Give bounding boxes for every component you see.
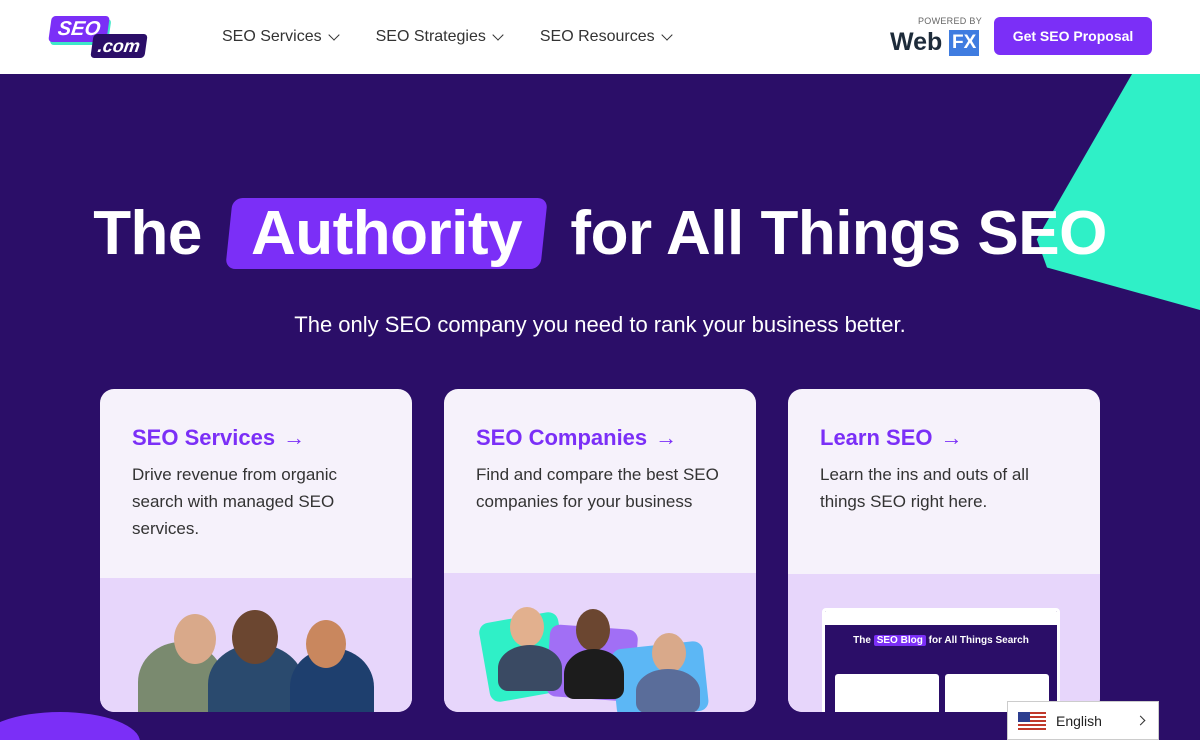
card-seo-companies[interactable]: SEO Companies → Find and compare the bes… — [444, 389, 756, 712]
chevron-down-icon — [492, 29, 504, 41]
nav-label: SEO Strategies — [375, 28, 486, 45]
main-nav: SEO Services SEO Strategies SEO Resource… — [222, 0, 673, 74]
language-selector[interactable]: English — [1007, 701, 1159, 740]
person-2-head — [232, 610, 278, 664]
card-title: Learn SEO — [820, 425, 933, 450]
powered-by-label: POWERED BY — [917, 16, 982, 26]
team-photo — [100, 578, 412, 712]
person-1 — [498, 645, 562, 691]
us-flag-icon — [1018, 711, 1046, 730]
card-title-link[interactable]: Learn SEO → — [820, 425, 962, 451]
person-1-head — [174, 614, 216, 664]
chevron-down-icon — [660, 29, 673, 41]
card-description: Drive revenue from organic search with m… — [132, 465, 338, 538]
person-3-head — [306, 620, 346, 668]
powered-by-webfx[interactable]: POWERED BY Web FX — [890, 16, 984, 58]
card-title: SEO Services — [132, 425, 276, 450]
chevron-right-icon — [1135, 715, 1146, 726]
blog-screenshot: The SEO Blog for All Things Search — [822, 608, 1060, 712]
headline-before: The — [93, 199, 202, 268]
card-learn-seo[interactable]: Learn SEO → Learn the ins and outs of al… — [788, 389, 1100, 712]
hero-headline: The Authority for All Things SEO — [0, 198, 1200, 269]
person-2 — [564, 649, 624, 699]
nav-seo-strategies[interactable]: SEO Strategies — [375, 28, 504, 46]
mini-title: The SEO Blog for All Things Search — [825, 635, 1057, 646]
card-title: SEO Companies — [476, 425, 648, 450]
nav-seo-services[interactable]: SEO Services — [222, 28, 340, 46]
card-title-link[interactable]: SEO Services → — [132, 425, 305, 451]
headline-highlight-pill: Authority — [224, 198, 548, 269]
seo-com-logo[interactable]: SEO .com — [48, 14, 152, 58]
site-header: SEO .com SEO Services SEO Strategies SEO… — [0, 0, 1200, 74]
nav-seo-resources[interactable]: SEO Resources — [539, 28, 673, 46]
card-description: Learn the ins and outs of all things SEO… — [820, 465, 1029, 511]
person-1-head — [510, 607, 544, 647]
headline-highlight: Authority — [250, 199, 522, 268]
mini-title-before: The — [853, 635, 871, 646]
arrow-right-icon: → — [940, 425, 963, 450]
arrow-right-icon: → — [655, 425, 678, 450]
hero-subhead: The only SEO company you need to rank yo… — [294, 312, 906, 337]
mini-title-highlight: SEO Blog — [873, 635, 926, 646]
webfx-logo-fx: FX — [949, 30, 980, 56]
mini-post-card — [835, 674, 939, 712]
decorative-purple-blob — [0, 712, 140, 740]
card-seo-services[interactable]: SEO Services → Drive revenue from organi… — [100, 389, 412, 712]
language-label: English — [1056, 712, 1102, 729]
chevron-down-icon — [327, 29, 340, 41]
card-description: Find and compare the best SEO companies … — [476, 465, 719, 511]
blog-preview-area: The SEO Blog for All Things Search — [788, 574, 1100, 712]
person-3-head — [652, 633, 686, 673]
card-title-link[interactable]: SEO Companies → — [476, 425, 677, 451]
arrow-right-icon: → — [283, 425, 306, 450]
nav-label: SEO Resources — [539, 28, 655, 45]
headline-after: for All Things SEO — [570, 199, 1107, 268]
nav-label: SEO Services — [222, 28, 322, 45]
person-3 — [636, 669, 700, 712]
logo-com-text: .com — [90, 34, 148, 58]
companies-photo — [444, 573, 756, 712]
webfx-logo-web: Web — [890, 28, 943, 56]
decorative-teal-shape — [1036, 74, 1200, 310]
person-2-head — [576, 609, 610, 651]
mini-header-bar — [825, 611, 1057, 625]
get-seo-proposal-button[interactable]: Get SEO Proposal — [994, 17, 1152, 55]
mini-title-after: for All Things Search — [928, 635, 1029, 646]
